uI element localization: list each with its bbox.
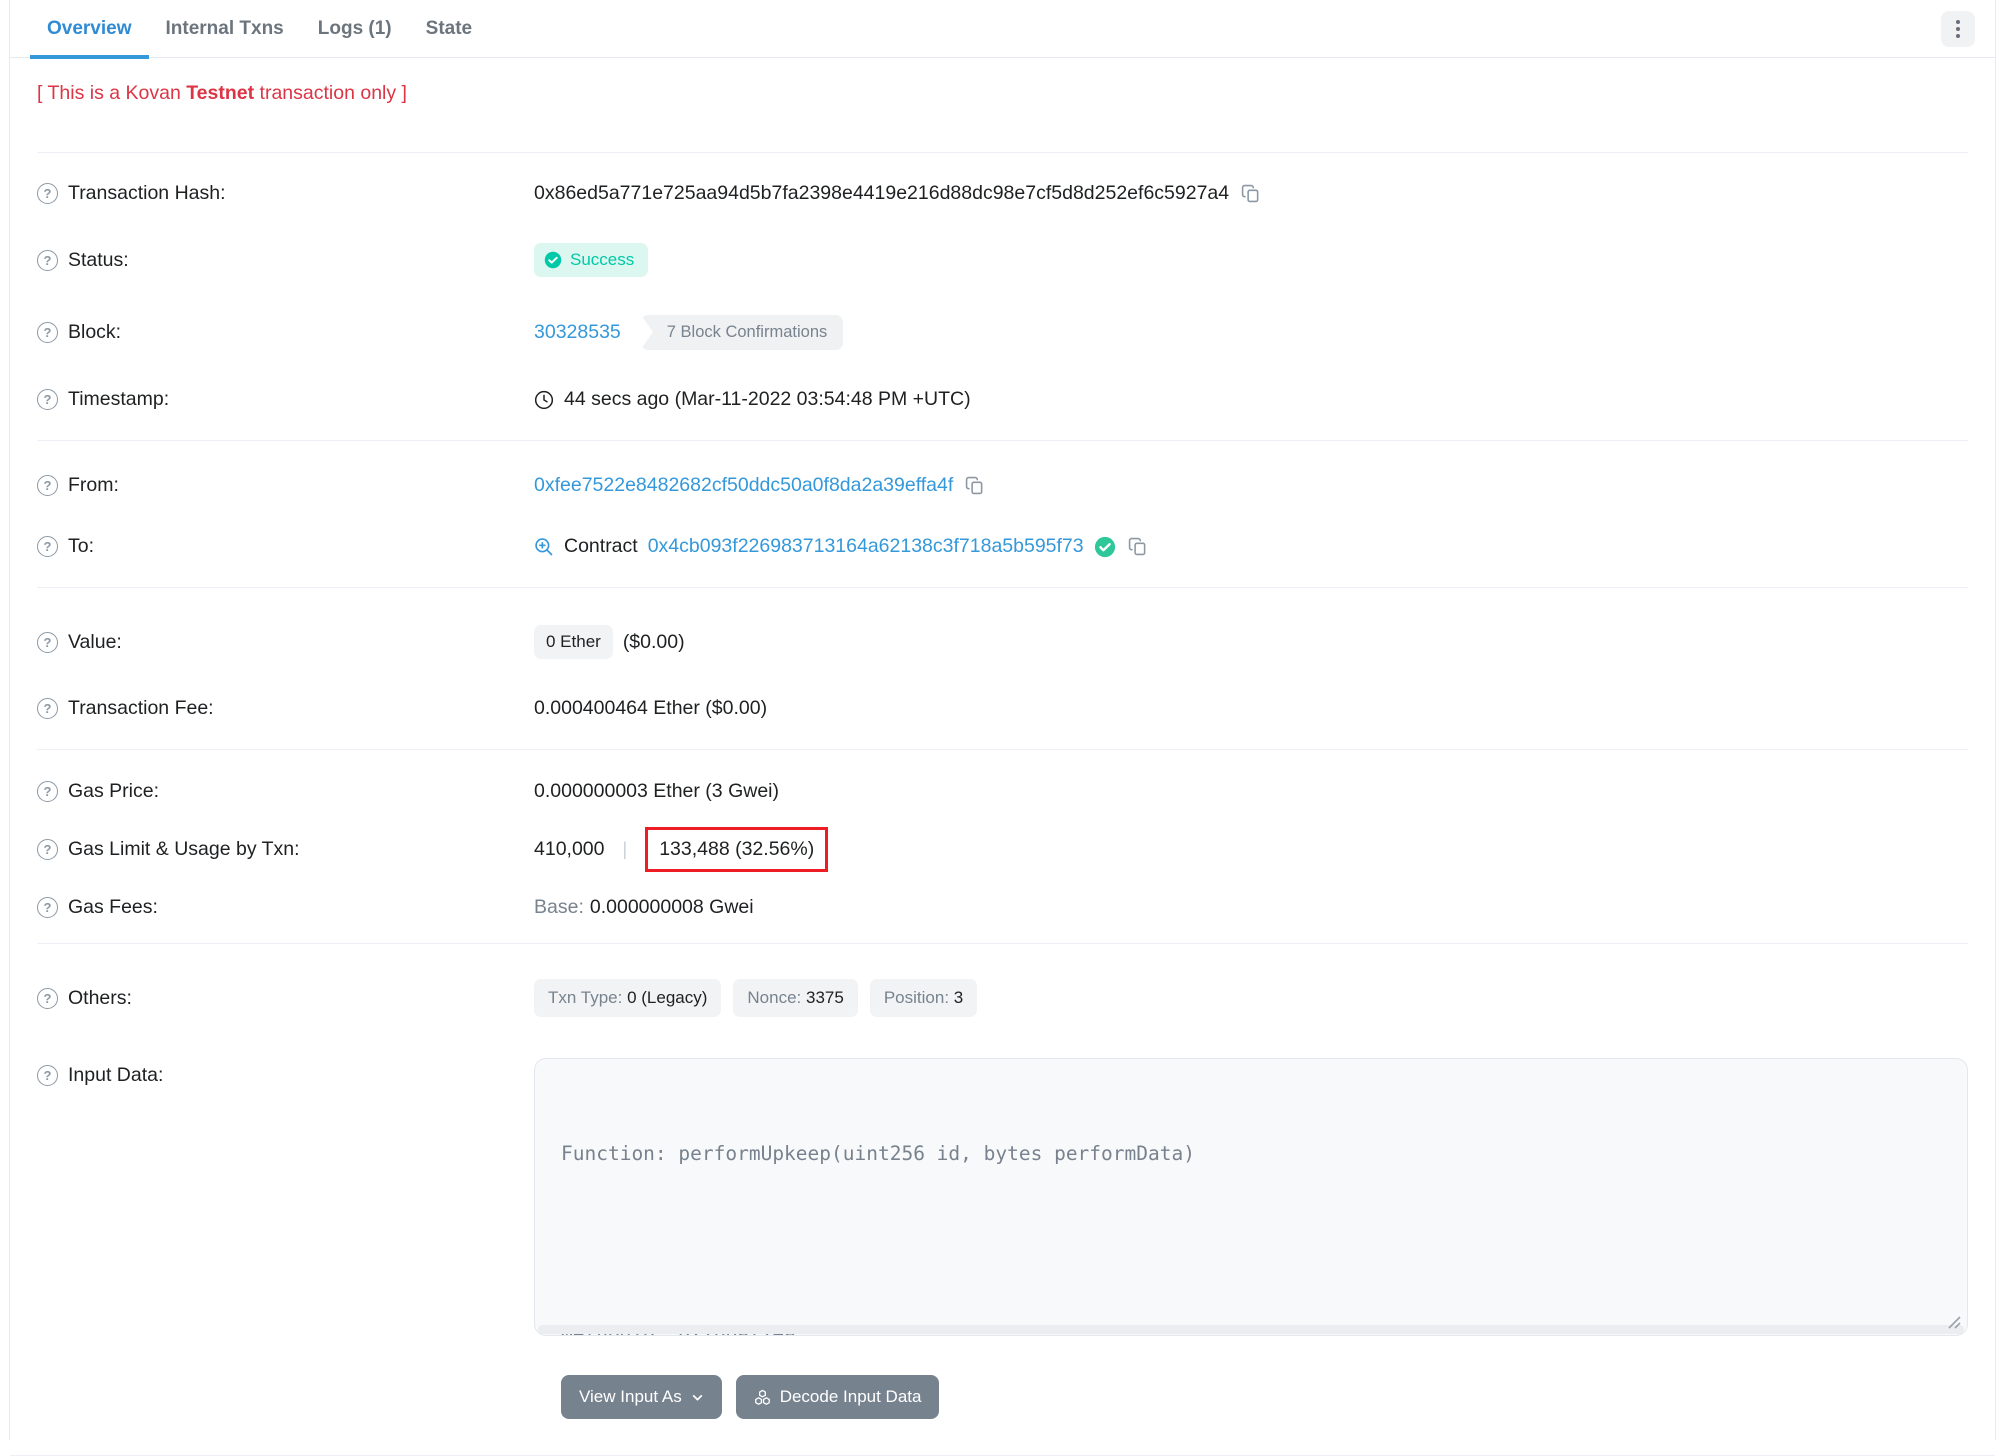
- help-icon[interactable]: ?: [37, 389, 58, 410]
- row-timestamp: ? Timestamp: 44 secs ago (Mar-11-2022 03…: [37, 369, 1968, 430]
- help-icon[interactable]: ?: [37, 897, 58, 918]
- row-label-text: Value:: [68, 630, 122, 653]
- to-address-link[interactable]: 0x4cb093f226983713164a62138c3f718a5b595f…: [648, 535, 1084, 558]
- tab-bar: Overview Internal Txns Logs (1) State: [10, 0, 1995, 59]
- decode-cubes-icon: [754, 1389, 770, 1405]
- copy-to-button[interactable]: [1126, 537, 1149, 556]
- help-icon[interactable]: ?: [37, 1065, 58, 1086]
- copy-icon: [1241, 184, 1259, 203]
- row-to: ? To: Contract 0x4cb093f226983713164a621…: [37, 516, 1968, 577]
- row-label-text: To:: [68, 535, 95, 557]
- row-label-text: Input Data:: [68, 1064, 164, 1086]
- base-fee-value: 0.000000008 Gwei: [589, 896, 754, 918]
- view-input-as-button[interactable]: View Input As: [561, 1375, 722, 1419]
- from-address-link[interactable]: 0xfee7522e8482682cf50ddc50a0f8da2a39effa…: [534, 474, 953, 497]
- base-fee-label: Base:: [534, 896, 584, 918]
- section-from-to: ? From: 0xfee7522e8482682cf50ddc50a0f8da…: [10, 441, 1995, 587]
- tab-state[interactable]: State: [409, 0, 489, 58]
- copy-hash-button[interactable]: [1239, 184, 1262, 203]
- help-icon[interactable]: ?: [37, 631, 58, 653]
- block-confirmations-badge: 7 Block Confirmations: [640, 315, 844, 350]
- chevron-down-icon: [692, 1394, 702, 1401]
- row-label-text: Others:: [68, 986, 132, 1009]
- clock-icon: [534, 390, 554, 409]
- section-gas: ? Gas Price: 0.000000003 Ether (3 Gwei) …: [10, 750, 1995, 943]
- row-label-text: Gas Fees:: [68, 896, 158, 918]
- row-label-text: Transaction Hash:: [68, 182, 226, 204]
- nonce-badge: Nonce: 3375: [733, 979, 858, 1017]
- block-number-link[interactable]: 30328535: [534, 321, 621, 344]
- input-data-textarea[interactable]: Function: performUpkeep(uint256 id, byte…: [534, 1058, 1968, 1336]
- more-options-button[interactable]: [1941, 10, 1975, 47]
- transaction-fee-value: 0.000400464 Ether ($0.00): [534, 697, 768, 719]
- help-icon[interactable]: ?: [37, 839, 58, 860]
- resize-handle-icon[interactable]: [1946, 1314, 1961, 1329]
- testnet-notice-wrap: [ This is a Kovan Testnet transaction on…: [10, 58, 1995, 152]
- tab-logs[interactable]: Logs (1): [301, 0, 409, 58]
- row-transaction-hash: ? Transaction Hash: 0x86ed5a771e725aa94d…: [37, 163, 1968, 224]
- section-value-fee: ? Value: 0 Ether ($0.00) ? Transaction F…: [10, 588, 1995, 749]
- row-label-text: Transaction Fee:: [68, 697, 214, 719]
- row-gas-price: ? Gas Price: 0.000000003 Ether (3 Gwei): [37, 766, 1968, 817]
- gas-price-value: 0.000000003 Ether (3 Gwei): [534, 780, 779, 802]
- row-value: ? Value: 0 Ether ($0.00): [37, 606, 1968, 678]
- input-function-signature: Function: performUpkeep(uint256 id, byte…: [561, 1142, 1195, 1165]
- row-label-text: Status:: [68, 248, 129, 271]
- input-actions: View Input As Decode Input Data: [561, 1375, 1968, 1419]
- magnifier-plus-icon[interactable]: [534, 537, 554, 557]
- row-label-text: Gas Price:: [68, 780, 160, 802]
- kebab-icon: [1956, 19, 1960, 24]
- row-others: ? Others: Txn Type: 0 (Legacy) Nonce: 33…: [37, 960, 1968, 1036]
- help-icon[interactable]: ?: [37, 536, 58, 557]
- section-hash-status-block-time: ? Transaction Hash: 0x86ed5a771e725aa94d…: [10, 153, 1995, 440]
- help-icon[interactable]: ?: [37, 322, 58, 343]
- testnet-notice: [ This is a Kovan Testnet transaction on…: [37, 82, 407, 104]
- row-block: ? Block: 30328535 7 Block Confirmations: [37, 296, 1968, 369]
- check-circle-icon: [544, 251, 562, 269]
- timestamp-value: 44 secs ago (Mar-11-2022 03:54:48 PM +UT…: [564, 388, 971, 410]
- transaction-overview-card: Overview Internal Txns Logs (1) State [ …: [9, 0, 1996, 1456]
- decode-input-data-button[interactable]: Decode Input Data: [735, 1375, 940, 1419]
- row-label-text: Timestamp:: [68, 388, 170, 410]
- verified-check-icon: [1094, 536, 1115, 557]
- transaction-hash-value: 0x86ed5a771e725aa94d5b7fa2398e4419e216d8…: [534, 182, 1230, 204]
- help-icon[interactable]: ?: [37, 475, 58, 496]
- position-badge: Position: 3: [869, 979, 978, 1017]
- tab-internal-txns[interactable]: Internal Txns: [149, 0, 301, 58]
- row-label-text: From:: [68, 474, 119, 496]
- help-icon[interactable]: ?: [37, 781, 58, 802]
- separator: |: [622, 839, 628, 859]
- status-badge: Success: [534, 243, 649, 277]
- help-icon[interactable]: ?: [37, 249, 58, 271]
- row-status: ? Status: Success: [37, 224, 1968, 296]
- value-usd: ($0.00): [622, 630, 685, 653]
- input-horizontal-scrollbar[interactable]: [538, 1325, 1964, 1334]
- section-others-input: ? Others: Txn Type: 0 (Legacy) Nonce: 33…: [10, 944, 1995, 1455]
- row-gas-fees: ? Gas Fees: Base: 0.000000008 Gwei: [37, 882, 1968, 933]
- row-transaction-fee: ? Transaction Fee: 0.000400464 Ether ($0…: [37, 678, 1968, 739]
- gas-usage-highlighted: 133,488 (32.56%): [645, 827, 829, 872]
- row-label-text: Block:: [68, 321, 122, 343]
- row-input-data: ? Input Data: Function: performUpkeep(ui…: [37, 1036, 1968, 1355]
- row-label-text: Gas Limit & Usage by Txn:: [68, 838, 300, 860]
- help-icon[interactable]: ?: [37, 987, 58, 1009]
- copy-icon: [1128, 537, 1146, 556]
- row-gas-limit-usage: ? Gas Limit & Usage by Txn: 410,000 | 13…: [37, 817, 1968, 882]
- help-icon[interactable]: ?: [37, 698, 58, 719]
- txn-type-badge: Txn Type: 0 (Legacy): [534, 979, 722, 1017]
- to-type-label: Contract: [564, 535, 638, 557]
- value-amount-badge: 0 Ether: [534, 625, 613, 659]
- help-icon[interactable]: ?: [37, 183, 58, 204]
- copy-from-button[interactable]: [963, 476, 986, 495]
- copy-icon: [966, 476, 983, 495]
- row-from: ? From: 0xfee7522e8482682cf50ddc50a0f8da…: [37, 455, 1968, 516]
- gas-limit-value: 410,000: [534, 838, 605, 860]
- tab-overview[interactable]: Overview: [30, 0, 149, 59]
